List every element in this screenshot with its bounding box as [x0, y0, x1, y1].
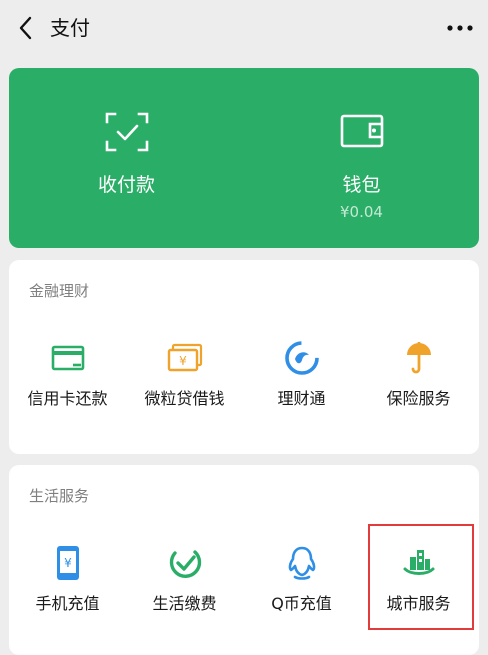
qcoin-recharge-label: Q币充值	[271, 594, 332, 613]
qcoin-recharge-button[interactable]: Q币充值	[243, 543, 360, 643]
finance-section: 金融理财 信用卡还款 ¥ 微粒贷借钱 理财通 保险服务	[9, 260, 479, 454]
svg-text:¥: ¥	[64, 556, 72, 570]
yuan-bill-icon: ¥	[165, 338, 205, 378]
scan-code-icon	[105, 112, 148, 152]
wallet-balance: ¥0.04	[340, 203, 383, 221]
phone-recharge-button[interactable]: ¥ 手机充值	[9, 543, 126, 643]
utility-payment-button[interactable]: 生活缴费	[126, 543, 243, 643]
finance-section-title: 金融理财	[29, 282, 90, 300]
top-bar: 支付	[0, 0, 488, 58]
chevron-left-icon	[19, 16, 32, 40]
wallet-label: 钱包	[342, 174, 381, 196]
life-section-title: 生活服务	[29, 487, 90, 505]
wallet-icon	[340, 114, 383, 148]
licaitong-button[interactable]: 理财通	[243, 338, 360, 438]
back-button[interactable]	[10, 12, 40, 44]
phone-recharge-label: 手机充值	[35, 594, 100, 613]
licaitong-icon	[282, 338, 322, 378]
insurance-button[interactable]: 保险服务	[360, 338, 477, 438]
more-horizontal-icon	[447, 25, 473, 31]
wallet-button[interactable]: 钱包 ¥0.04	[244, 68, 479, 248]
qq-penguin-icon	[282, 543, 322, 583]
page-title: 支付	[50, 16, 90, 40]
credit-card-repay-button[interactable]: 信用卡还款	[9, 338, 126, 438]
utility-payment-label: 生活缴费	[152, 594, 217, 613]
life-section: 生活服务 ¥ 手机充值 生活缴费 Q币充值 城市服务	[9, 465, 479, 655]
more-button[interactable]	[442, 14, 478, 42]
insurance-label: 保险服务	[386, 389, 451, 408]
city-building-icon	[399, 543, 439, 583]
svg-text:¥: ¥	[179, 354, 187, 368]
city-services-button[interactable]: 城市服务	[360, 543, 477, 643]
city-services-label: 城市服务	[386, 594, 451, 613]
weilidai-label: 微粒贷借钱	[144, 389, 225, 408]
umbrella-icon	[399, 338, 439, 378]
collect-pay-label: 收付款	[97, 174, 155, 196]
phone-yuan-icon: ¥	[48, 543, 88, 583]
weilidai-button[interactable]: ¥ 微粒贷借钱	[126, 338, 243, 438]
credit-card-icon	[48, 338, 88, 378]
credit-card-repay-label: 信用卡还款	[27, 389, 108, 408]
check-circle-icon	[165, 543, 205, 583]
licaitong-label: 理财通	[277, 389, 326, 408]
pay-card: 收付款 钱包 ¥0.04	[9, 68, 479, 248]
collect-pay-button[interactable]: 收付款	[9, 68, 244, 248]
